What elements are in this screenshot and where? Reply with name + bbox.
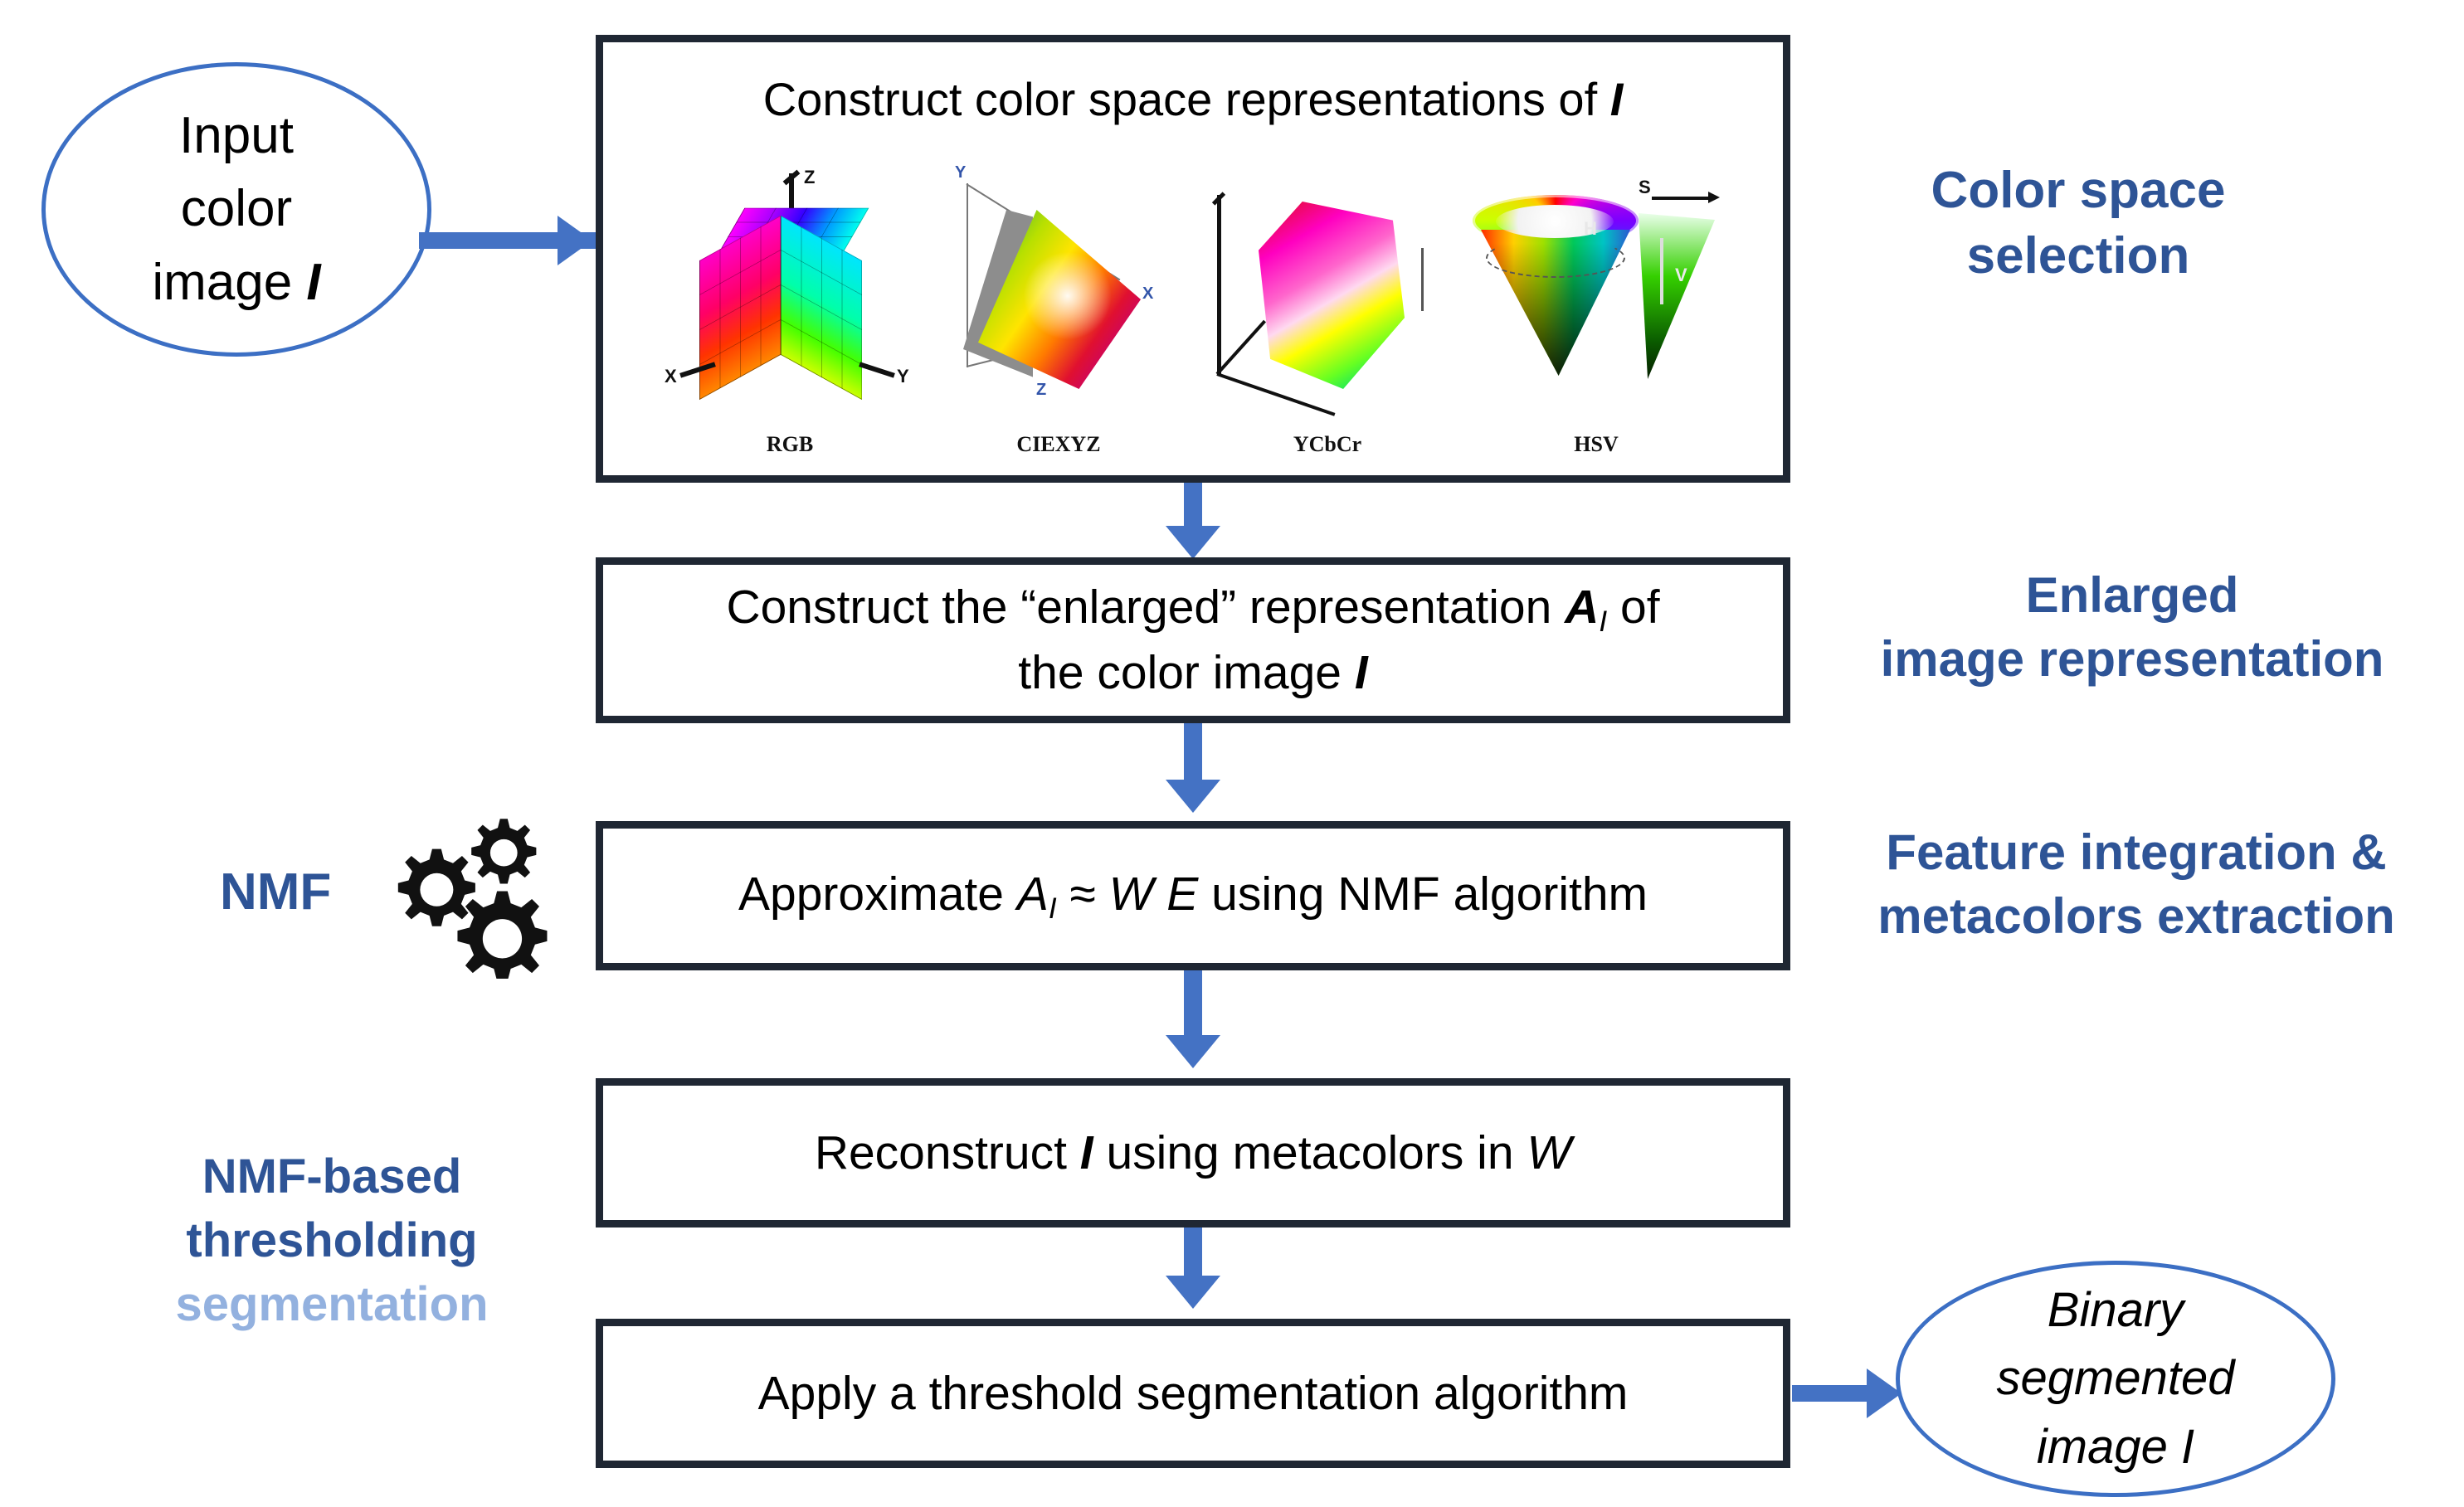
ycbcr-solid-icon [1199,158,1456,422]
output-node-line1: Binary [2047,1282,2184,1337]
box-nmf-text-tail: using NMF algorithm [1198,867,1648,921]
arrow-nmf-to-reconstruct [1184,970,1202,1038]
hsv-axis-h-label: H [1584,218,1597,239]
rgb-cube-icon: Z X Y [661,158,918,422]
box-construct-color-space: Construct color space representations of… [596,35,1790,483]
output-node-line3: image I [2036,1419,2195,1474]
colorspace-thumb-ciexyz: Y X Z CIEXYZ [930,158,1187,457]
stage-enlarged-line2: image representation [1880,630,2384,687]
box-colorspace-title: Construct color space representations of… [603,42,1783,126]
box-apply-threshold-segmentation: Apply a threshold segmentation algorithm [596,1319,1790,1468]
box-approximate-nmf: Approximate AI ≈ W E using NMF algorithm [596,821,1790,970]
box-colorspace-title-symbol: I [1609,73,1624,125]
input-node-line3-prefix: image [152,253,307,311]
arrow-reconstruct-to-threshold-head [1166,1276,1220,1309]
input-node-image-symbol: I [306,253,321,311]
colorspace-caption-hsv: HSV [1574,432,1619,456]
arrow-nmf-to-reconstruct-head [1166,1035,1220,1068]
stage-label-color-space-selection: Color space selection [1846,158,2311,289]
arrow-reconstruct-to-threshold [1184,1227,1202,1279]
colorspace-thumb-rgb: Z X Y RGB [661,158,918,457]
input-color-image-node: Input color image I [41,62,431,357]
box-reconstruct-text-a: Reconstruct [814,1126,1080,1179]
arrow-colorspace-to-enlarged-head [1166,526,1220,559]
stage-colorspace-line2: selection [1966,227,2190,285]
box-nmf-symbol-a: A [1016,867,1049,921]
box-enlarged-symbol-a: A [1565,581,1600,634]
input-node-line2: color [180,180,293,238]
colorspace-caption-ciexyz: CIEXYZ [1016,432,1101,456]
box-reconstruct-symbol-w: W [1527,1126,1572,1179]
box-reconstruct-text-b: using metacolors in [1093,1126,1527,1179]
hsv-axis-v-label: V [1675,265,1687,285]
ciexyz-axis-z-label: Z [1036,381,1047,399]
ciexyz-axis-y-label: Y [955,163,967,182]
box-threshold-text: Apply a threshold segmentation algorithm [757,1367,1629,1420]
box-enlarged-text: Construct the “enlarged” representation … [726,576,1659,704]
box-nmf-space [1153,868,1166,921]
box-nmf-text: Approximate AI ≈ W E using NMF algorithm [738,867,1648,926]
colorspace-thumb-hsv: H S V HSV [1468,158,1725,457]
box-enlarged-symbol-i: I [1354,645,1368,699]
arrow-enlarged-to-nmf-head [1166,780,1220,813]
box-reconstruct-metacolors: Reconstruct I using metacolors in W [596,1078,1790,1227]
box-construct-enlarged-representation: Construct the “enlarged” representation … [596,557,1790,723]
output-binary-segmented-node: Binary segmented image I [1896,1261,2335,1497]
stage-feature-line1: Feature integration & [1886,824,2387,880]
color-space-thumbnails: Z X Y RGB Y X Z CIEXYZ YCbCr H S V HSV [603,150,1783,457]
rgb-axis-y-label: Y [897,366,909,386]
stage-feature-line2: metacolors extraction [1877,887,2395,944]
box-enlarged-line2-text: the color image [1018,645,1355,699]
ciexyz-axis-x-label: X [1142,284,1154,303]
thresh-label-line2: thresholding [186,1213,478,1268]
box-colorspace-title-text: Construct color space representations of [762,73,1610,125]
box-enlarged-line1-tail: of [1607,581,1660,634]
arrow-input-to-colorspace-head [558,216,592,265]
input-node-line1: Input [179,107,294,165]
rgb-axis-z-label: Z [804,167,816,187]
gears-icon [382,813,564,981]
arrow-colorspace-to-enlarged [1184,483,1202,531]
box-enlarged-line1-text: Construct the “enlarged” representation [726,581,1566,634]
arrow-enlarged-to-nmf [1184,723,1202,783]
box-nmf-symbol-e: E [1166,867,1199,921]
box-nmf-subscript-i: I [1048,892,1057,925]
colorspace-caption-ycbcr: YCbCr [1293,432,1362,456]
thresh-label-line3: segmentation [175,1277,489,1332]
box-nmf-approx-sign: ≈ [1056,867,1109,921]
ciexyz-solid-icon: Y X Z [930,158,1187,422]
thresh-label-line1: NMF-based [202,1150,462,1203]
hsv-axis-s-label: S [1639,177,1651,197]
side-label-nmf: NMF [220,863,332,921]
rgb-axis-x-label: X [665,366,677,386]
stage-label-feature-integration: Feature integration & metacolors extract… [1809,821,2464,949]
output-node-line2: segmented [1996,1351,2235,1406]
stage-label-enlarged-image-representation: Enlarged image representation [1804,564,2460,692]
colorspace-thumb-ycbcr: YCbCr [1199,158,1456,457]
colorspace-caption-rgb: RGB [766,432,814,456]
box-reconstruct-text: Reconstruct I using metacolors in W [815,1125,1571,1180]
box-reconstruct-symbol-i: I [1079,1126,1093,1179]
side-label-nmf-based-thresholding: NMF-based thresholding segmentation [124,1145,539,1336]
hsv-cone-icon: H S V [1468,158,1725,422]
box-nmf-symbol-w: W [1108,867,1154,921]
stage-colorspace-line1: Color space [1931,162,2226,219]
stage-enlarged-line1: Enlarged [2025,567,2239,623]
box-nmf-text-a: Approximate [738,867,1017,921]
box-enlarged-subscript-i: I [1599,605,1608,638]
